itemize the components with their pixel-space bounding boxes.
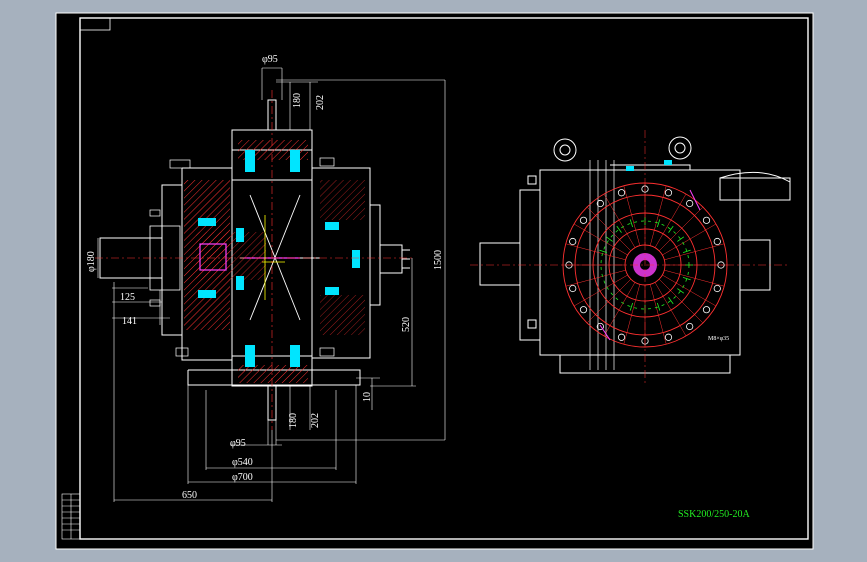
dim-shaft-dia-top: φ95 [262, 54, 278, 65]
side-bolt-label: M8×φ35 [708, 336, 729, 342]
dim-650: 650 [182, 490, 197, 501]
drawing-sheet [56, 13, 813, 549]
dim-141: 141 [122, 316, 137, 327]
dim-125: 125 [120, 292, 135, 303]
dim-202-top: 202 [315, 95, 326, 110]
drawing-code: SSK200/250-20A [678, 509, 750, 520]
dim-shaft-dia-bottom: φ95 [230, 438, 246, 449]
hatched-core [196, 232, 266, 280]
dim-700: φ700 [232, 472, 253, 483]
dim-10: 10 [362, 392, 373, 402]
dim-180-top: 180 [292, 93, 303, 108]
cad-drawing: φ95 180 202 1500 φ180 125 141 520 10 180… [55, 12, 814, 550]
dim-540: φ540 [232, 457, 253, 468]
dim-520: 520 [401, 317, 412, 332]
dim-shaft-dia-left: φ180 [86, 251, 97, 272]
dim-202-bottom: 202 [310, 413, 321, 428]
dim-180-bottom: 180 [288, 413, 299, 428]
hatched-housing-bottom [238, 365, 308, 383]
dim-1500: 1500 [433, 250, 444, 270]
